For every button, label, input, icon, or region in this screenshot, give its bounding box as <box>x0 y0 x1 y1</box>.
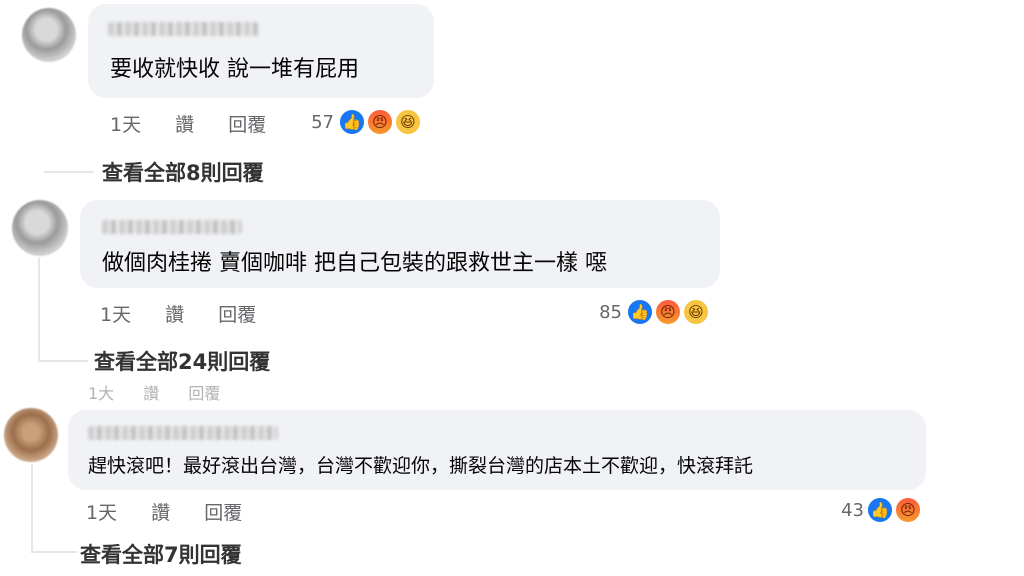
haha-icon[interactable]: 😆 <box>682 298 710 326</box>
like-button[interactable]: 讚 <box>165 304 184 326</box>
haha-icon[interactable]: 😆 <box>394 108 422 136</box>
comment-bubble: 趕快滾吧！最好滾出台灣，台灣不歡迎你，撕裂台灣的店本土不歡迎，快滾拜託 <box>68 410 926 490</box>
angry-icon[interactable]: 😠 <box>654 298 682 326</box>
comment-text: 要收就快收 說一堆有屁用 <box>110 57 359 82</box>
reply-thread-line <box>44 171 94 173</box>
like-button[interactable]: 讚 <box>175 114 194 136</box>
reply-thread-line <box>31 464 33 552</box>
view-replies-link[interactable]: 查看全部8則回覆 <box>102 157 264 187</box>
like-button[interactable]: 讚 <box>151 502 170 524</box>
angry-icon[interactable]: 😠 <box>366 108 394 136</box>
angry-icon[interactable]: 😠 <box>894 496 922 524</box>
reply-button[interactable]: 回覆 <box>228 114 266 136</box>
reply-thread-line <box>38 360 88 362</box>
comment-text: 趕快滾吧！最好滾出台灣，台灣不歡迎你，撕裂台灣的店本土不歡迎，快滾拜託 <box>88 455 754 477</box>
comment-bubble: 要收就快收 說一堆有屁用 <box>88 4 434 98</box>
commenter-name[interactable] <box>102 220 242 234</box>
view-replies-link[interactable]: 查看全部7則回覆 <box>80 539 242 569</box>
comment-timestamp[interactable]: 1天 <box>100 304 131 326</box>
comment-meta: 1天 讚 回覆 <box>110 110 294 137</box>
commenter-name[interactable] <box>108 22 258 36</box>
like-icon[interactable]: 👍 <box>338 108 366 136</box>
commenter-avatar[interactable] <box>12 200 68 256</box>
comment-timestamp[interactable]: 1天 <box>86 502 117 524</box>
like-icon[interactable]: 👍 <box>866 496 894 524</box>
comment-text: 做個肉桂捲 賣個咖啡 把自己包裝的跟救世主一樣 噁 <box>102 251 607 276</box>
reaction-count[interactable]: 57 <box>296 112 334 133</box>
comment-meta: 1天 讚 回覆 <box>86 498 270 525</box>
comment-bubble: 做個肉桂捲 賣個咖啡 把自己包裝的跟救世主一樣 噁 <box>80 200 720 288</box>
commenter-name[interactable] <box>88 426 278 440</box>
comment-meta-ghost: 1大 讚 回覆 <box>88 384 221 403</box>
reply-thread-line <box>31 551 77 553</box>
reply-button[interactable]: 回覆 <box>204 502 242 524</box>
comment-meta: 1天 讚 回覆 <box>100 300 284 327</box>
reply-thread-line <box>38 258 40 362</box>
view-replies-link[interactable]: 查看全部24則回覆 <box>94 346 270 376</box>
reaction-count[interactable]: 43 <box>826 500 864 521</box>
reply-button[interactable]: 回覆 <box>218 304 256 326</box>
commenter-avatar[interactable] <box>22 8 76 62</box>
commenter-avatar[interactable] <box>4 408 58 462</box>
like-icon[interactable]: 👍 <box>626 298 654 326</box>
comment-timestamp[interactable]: 1天 <box>110 114 141 136</box>
reaction-count[interactable]: 85 <box>584 302 622 323</box>
